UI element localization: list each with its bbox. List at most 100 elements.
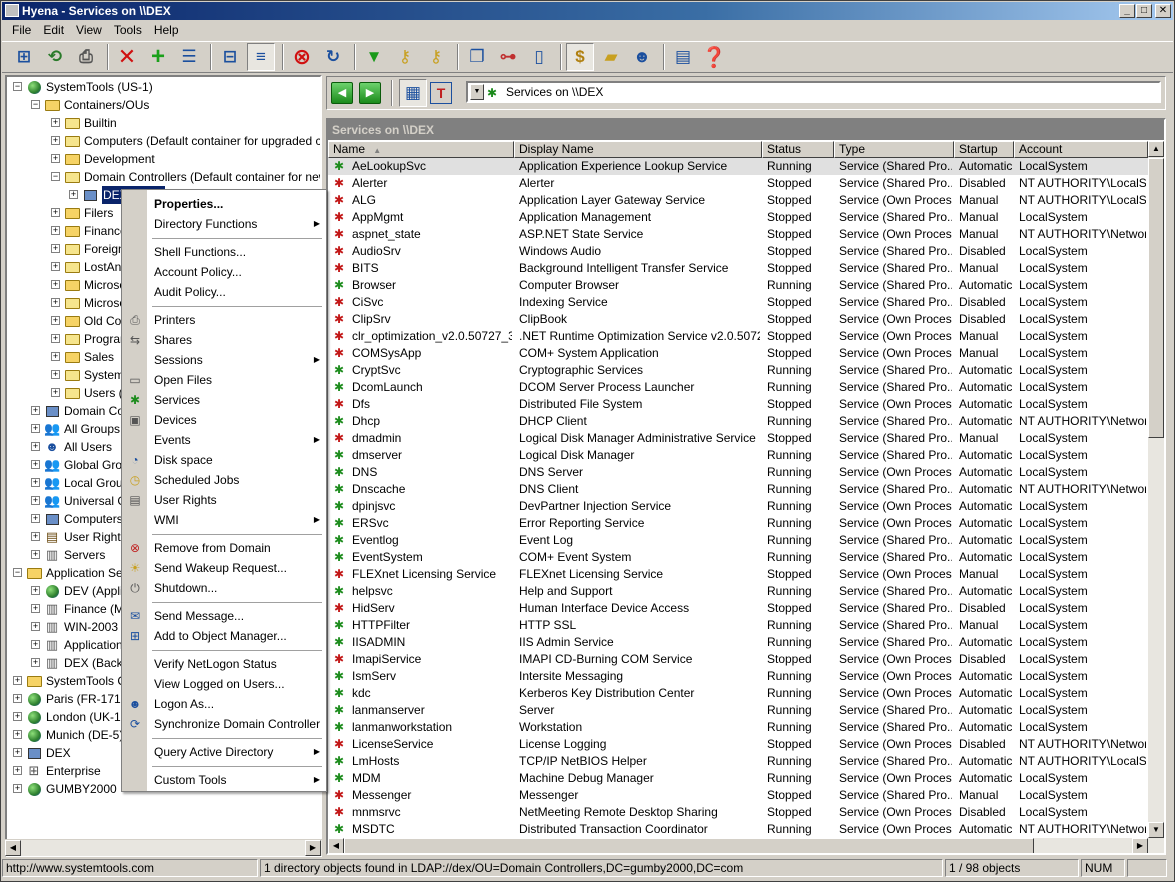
expand-icon[interactable]: + [51,118,60,127]
expand-icon[interactable]: + [31,640,40,649]
context-menu-item[interactable]: Properties... [147,194,327,214]
table-row[interactable]: ✱ dpinjsvc DevPartner Injection Service Run… [328,498,1148,515]
stop-icon[interactable]: ⊗ [288,43,316,71]
expand-icon[interactable]: + [13,748,22,757]
hierarchy-icon[interactable]: ⊶ [494,43,522,71]
table-row[interactable]: ✱ CryptSvc Cryptographic Services Running Se… [328,362,1148,379]
table-row[interactable]: ✱ MDM Machine Debug Manager Running Service … [328,770,1148,787]
table-row[interactable]: ✱ clr_optimization_v2.0.50727_32 .NET Runt… [328,328,1148,345]
table-row[interactable]: ✱ IsmServ Intersite Messaging Running Servic… [328,668,1148,685]
refresh-tree-icon[interactable]: ⟲ [41,43,69,71]
table-row[interactable]: ✱ EventSystem COM+ Event System Running Serv… [328,549,1148,566]
context-menu-item[interactable]: Disk space [147,450,327,470]
context-menu-item[interactable]: Synchronize Domain Controller [147,714,327,734]
column-header-display-name[interactable]: Display Name [514,141,762,158]
menu-view[interactable]: View [70,21,108,40]
context-menu-item[interactable]: Remove from Domain [147,538,327,558]
table-row[interactable]: ✱ aspnet_state ASP.NET State Service Stoppe… [328,226,1148,243]
chevron-down-icon[interactable]: ▼ [470,84,484,100]
context-menu-item[interactable]: Verify NetLogon Status [147,654,327,674]
expand-icon[interactable]: + [51,154,60,163]
column-header-type[interactable]: Type [834,141,954,158]
expand-icon[interactable]: + [51,280,60,289]
table-row[interactable]: ✱ Browser Computer Browser Running Service (… [328,277,1148,294]
table-row[interactable]: ✱ HidServ Human Interface Device Access Sto… [328,600,1148,617]
table-row[interactable]: ✱ Dnscache DNS Client Running Service (Share… [328,481,1148,498]
maximize-button[interactable]: □ [1136,4,1152,18]
context-menu-item[interactable]: WMI ▶ [147,510,327,530]
list-horizontal-scrollbar[interactable]: ◀ ▶ [328,838,1164,853]
table-row[interactable]: ✱ lanmanworkstation Workstation Running Serv… [328,719,1148,736]
table-row[interactable]: ✱ FLEXnet Licensing Service FLEXnet Licens… [328,566,1148,583]
table-row[interactable]: ✱ kdc Kerberos Key Distribution Center Runn… [328,685,1148,702]
collapse-icon[interactable]: − [51,172,60,181]
context-menu-item[interactable]: Shutdown... [147,578,327,598]
grid-view-icon[interactable]: ▦ [399,79,427,107]
app-icon[interactable] [5,4,19,17]
expand-icon[interactable]: + [31,604,40,613]
scroll-left-icon[interactable]: ◀ [5,840,21,856]
expand-icon[interactable]: + [31,478,40,487]
add-icon[interactable]: + [144,43,172,71]
expand-icon[interactable]: + [51,352,60,361]
title-bar[interactable]: Hyena - Services on \\DEX _ □ ✕ [2,2,1173,20]
table-row[interactable]: ✱ MSDTC Distributed Transaction Coordinato… [328,821,1148,838]
expand-icon[interactable]: + [51,370,60,379]
window-icon[interactable]: ▤ [669,43,697,71]
table-row[interactable]: ✱ Dhcp DHCP Client Running Service (Shared P… [328,413,1148,430]
script-icon[interactable]: $ [566,43,594,71]
context-menu-item[interactable]: Services [147,390,327,410]
column-header-startup[interactable]: Startup [954,141,1014,158]
expand-icon[interactable]: + [51,334,60,343]
table-row[interactable]: ✱ helpsvc Help and Support Running Service (… [328,583,1148,600]
expand-icon[interactable]: + [31,442,40,451]
expand-icon[interactable]: + [13,730,22,739]
vertical-scroll-thumb[interactable] [1148,158,1164,438]
expand-icon[interactable]: + [13,676,22,685]
context-menu-item[interactable]: Account Policy... [147,262,327,282]
table-row[interactable]: ✱ LicenseService License Logging Stopped Ser… [328,736,1148,753]
find-icon[interactable]: ⚷ [391,43,419,71]
context-menu-item[interactable]: Logon As... [147,694,327,714]
column-header-status[interactable]: Status [762,141,834,158]
table-row[interactable]: ✱ Dfs Distributed File System Stopped Servic… [328,396,1148,413]
column-header-name[interactable]: Name ▲ [328,141,514,158]
table-row[interactable]: ✱ Messenger Messenger Stopped Service (Share… [328,787,1148,804]
context-menu-item[interactable]: Events ▶ [147,430,327,450]
scroll-right-icon[interactable]: ▶ [1132,838,1148,853]
expand-icon[interactable]: + [13,694,22,703]
context-menu-item[interactable]: Shell Functions... [147,242,327,262]
horizontal-scroll-thumb[interactable] [344,838,1034,853]
expand-icon[interactable]: + [13,766,22,775]
context-menu-item[interactable]: User Rights [147,490,327,510]
table-row[interactable]: ✱ mnmsrvc NetMeeting Remote Desktop Sharin… [328,804,1148,821]
table-row[interactable]: ✱ Alerter Alerter Stopped Service (Shared Pr… [328,175,1148,192]
details-view-icon[interactable]: ≡ [247,43,275,71]
scroll-down-icon[interactable]: ▼ [1148,822,1164,838]
expand-icon[interactable]: + [51,388,60,397]
user-icon[interactable]: ☻ [628,43,656,71]
close-button[interactable]: ✕ [1155,4,1171,18]
table-row[interactable]: ✱ COMSysApp COM+ System Application Stopped… [328,345,1148,362]
context-menu-item[interactable]: Scheduled Jobs [147,470,327,490]
table-row[interactable]: ✱ Eventlog Event Log Running Service (Shared… [328,532,1148,549]
back-icon[interactable]: ◀ [331,82,353,104]
context-menu-item[interactable]: View Logged on Users... [147,674,327,694]
expand-icon[interactable]: + [31,532,40,541]
expand-icon[interactable]: + [51,208,60,217]
table-row[interactable]: ✱ dmadmin Logical Disk Manager Administrat… [328,430,1148,447]
expand-icon[interactable]: + [51,316,60,325]
expand-icon[interactable]: + [31,424,40,433]
collapse-icon[interactable]: − [13,568,22,577]
context-menu-item[interactable]: Sessions ▶ [147,350,327,370]
expand-icon[interactable]: + [31,460,40,469]
expand-icon[interactable]: + [31,622,40,631]
menu-tools[interactable]: Tools [108,21,148,40]
address-combobox[interactable]: ▼ ✱ Services on \\DEX [466,81,1161,103]
expand-icon[interactable]: + [13,712,22,721]
context-menu-item[interactable]: Audit Policy... [147,282,327,302]
tree-view-icon[interactable]: ⊞ [10,43,38,71]
expand-icon[interactable]: + [13,784,22,793]
expand-icon[interactable]: + [51,226,60,235]
context-menu-item[interactable]: Printers [147,310,327,330]
